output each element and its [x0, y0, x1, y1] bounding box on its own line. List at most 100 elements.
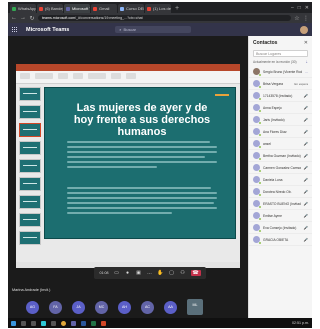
reload-icon[interactable]: ↻ — [29, 15, 35, 22]
contact-row[interactable]: Ana Flores Díaz 🎤 — [249, 126, 312, 138]
user-avatar[interactable] — [300, 25, 308, 34]
start-icon[interactable] — [11, 320, 16, 326]
browser-tab[interactable]: (6) Bandeja de en... — [37, 4, 63, 13]
participant-avatar[interactable]: MC — [95, 300, 108, 314]
chrome-icon[interactable] — [61, 320, 66, 326]
close-icon[interactable]: ✕ — [304, 40, 308, 46]
microphone-icon[interactable]: 🎤 — [304, 154, 308, 158]
window-controls: – □ ✕ — [291, 4, 312, 13]
edge-icon[interactable] — [41, 320, 46, 326]
participant-avatar[interactable]: AH — [118, 300, 131, 314]
microphone-icon[interactable]: 🎤 — [304, 190, 308, 194]
contact-row[interactable]: Eva Consejo (Invitado) 🎤 — [249, 222, 312, 234]
contact-row[interactable]: Brisa Vergara En espera — [249, 78, 312, 90]
camera-icon[interactable]: ▭ — [114, 270, 120, 276]
back-icon[interactable]: ← — [11, 15, 17, 21]
microphone-icon[interactable]: 🎤 — [304, 106, 308, 110]
microphone-icon[interactable]: 🎤 — [304, 166, 308, 170]
panel-title: Contactos — [253, 40, 278, 46]
contact-row[interactable]: Dorotea Niredo Ob. 🎤 — [249, 186, 312, 198]
more-options-icon[interactable]: ... — [305, 70, 308, 74]
slide-thumbnail[interactable] — [19, 141, 41, 155]
slide-thumbnail[interactable] — [19, 159, 41, 173]
minimize-icon[interactable]: – — [291, 4, 294, 13]
url-input[interactable]: teams.microsoft.com/_#/conversations/19:… — [38, 15, 291, 21]
slide-thumbnail[interactable] — [19, 87, 41, 101]
hang-up-button[interactable]: ☎ — [190, 270, 201, 276]
microphone-icon[interactable]: 🎤 — [304, 130, 308, 134]
participant-avatar[interactable]: FA — [49, 300, 62, 314]
mute-all-icon[interactable]: ⇣ — [305, 60, 308, 64]
contact-row[interactable]: GRACIA OBIETA 🎤 — [249, 234, 312, 246]
menu-icon[interactable]: ⋮ — [303, 15, 309, 22]
browser-tab[interactable]: (1) Los derechos — [145, 4, 171, 13]
teams-icon[interactable] — [71, 320, 76, 326]
participant-avatar[interactable]: AG — [26, 300, 39, 314]
contact-row[interactable]: ERASTO BUENO (Invitado) 🎤 — [249, 198, 312, 210]
task-view-icon[interactable] — [31, 320, 36, 326]
slide-thumbnail-selected[interactable] — [19, 123, 41, 137]
close-icon[interactable]: ✕ — [305, 4, 309, 13]
more-options-icon[interactable]: … — [147, 270, 153, 276]
maximize-icon[interactable]: □ — [298, 4, 301, 13]
contact-row[interactable]: ansel 🎤 — [249, 138, 312, 150]
avatar — [253, 164, 261, 172]
microphone-icon[interactable]: 🎤 — [304, 226, 308, 230]
contact-row[interactable]: Sergio Bruno (Vicente Rodrig.... — [249, 66, 312, 78]
powerpoint-icon[interactable] — [101, 320, 106, 326]
browser-tab[interactable]: WhatsApp — [10, 4, 36, 13]
microphone-icon[interactable]: ● — [125, 270, 131, 276]
participant-video[interactable]: ML — [187, 299, 203, 315]
slide-thumbnail[interactable] — [19, 105, 41, 119]
participant-avatar[interactable]: AA — [164, 300, 177, 314]
screen: WhatsApp (6) Bandeja de en... Microsoft … — [8, 2, 312, 328]
avatar — [253, 236, 261, 244]
contact-row[interactable]: Daniela Luna 🎤 — [249, 174, 312, 186]
avatar — [253, 188, 261, 196]
slide-thumbnail[interactable] — [19, 177, 41, 191]
contact-row[interactable]: Carmen Gonzalez Carmona 🎤 — [249, 162, 312, 174]
browser-tab[interactable]: Curso DEREC... — [118, 4, 144, 13]
forward-icon[interactable]: → — [20, 15, 26, 21]
microphone-icon[interactable]: 🎤 — [304, 238, 308, 242]
microphone-icon[interactable]: 🎤 — [304, 118, 308, 122]
in-meeting-section: Actualmente en la reunión (30) ⇣ — [253, 60, 308, 64]
raise-hand-icon[interactable]: ✋ — [157, 270, 163, 276]
page-icon — [120, 6, 124, 11]
browser-tab-active[interactable]: Microsoft Teams — [64, 4, 90, 13]
contact-row[interactable]: Bertha Guzman (Invitado) 🎤 — [249, 150, 312, 162]
slide-thumbnail[interactable] — [19, 213, 41, 227]
contacts-search-input[interactable]: Buscar Lugares — [253, 50, 308, 57]
file-explorer-icon[interactable] — [51, 320, 56, 326]
microphone-icon[interactable]: 🎤 — [304, 142, 308, 146]
slide-thumbnail[interactable] — [19, 231, 41, 245]
app-title: Microsoft Teams — [26, 26, 70, 33]
avatar — [253, 224, 261, 232]
call-timer: 01:08 — [99, 271, 109, 275]
microphone-icon[interactable]: 🎤 — [304, 178, 308, 182]
search-input[interactable]: ⌕ Buscar — [115, 26, 192, 33]
contact-row[interactable]: Jaris (Invitado) 🎤 — [249, 114, 312, 126]
search-icon[interactable] — [21, 320, 26, 326]
participants-icon[interactable]: ⚇ — [180, 270, 186, 276]
microphone-icon[interactable]: 🎤 — [304, 202, 308, 206]
contact-row[interactable]: Emilse Ayme 🎤 — [249, 210, 312, 222]
share-screen-icon[interactable]: ▣ — [136, 270, 142, 276]
star-icon[interactable]: ☆ — [294, 15, 300, 22]
new-tab-button[interactable]: + — [172, 4, 182, 13]
participant-avatar[interactable]: JA — [72, 300, 85, 314]
contact-row[interactable]: Anna Espejo 🎤 — [249, 102, 312, 114]
microphone-icon[interactable]: 🎤 — [304, 94, 308, 98]
browser-tab[interactable]: Gmail — [91, 4, 117, 13]
system-tray: 02:51 p.m. — [292, 321, 309, 325]
app-launcher-icon[interactable] — [12, 26, 18, 33]
participant-avatar[interactable]: AC — [141, 300, 154, 314]
whatsapp-icon — [12, 6, 16, 11]
microphone-icon[interactable]: 🎤 — [304, 214, 308, 218]
contact-row[interactable]: 17143578 (Invitado) 🎤 — [249, 90, 312, 102]
chat-icon[interactable]: ▢ — [169, 270, 175, 276]
word-icon[interactable] — [81, 320, 86, 326]
excel-icon[interactable] — [91, 320, 96, 326]
clock[interactable]: 02:51 p.m. — [292, 321, 309, 325]
slide-thumbnail[interactable] — [19, 195, 41, 209]
